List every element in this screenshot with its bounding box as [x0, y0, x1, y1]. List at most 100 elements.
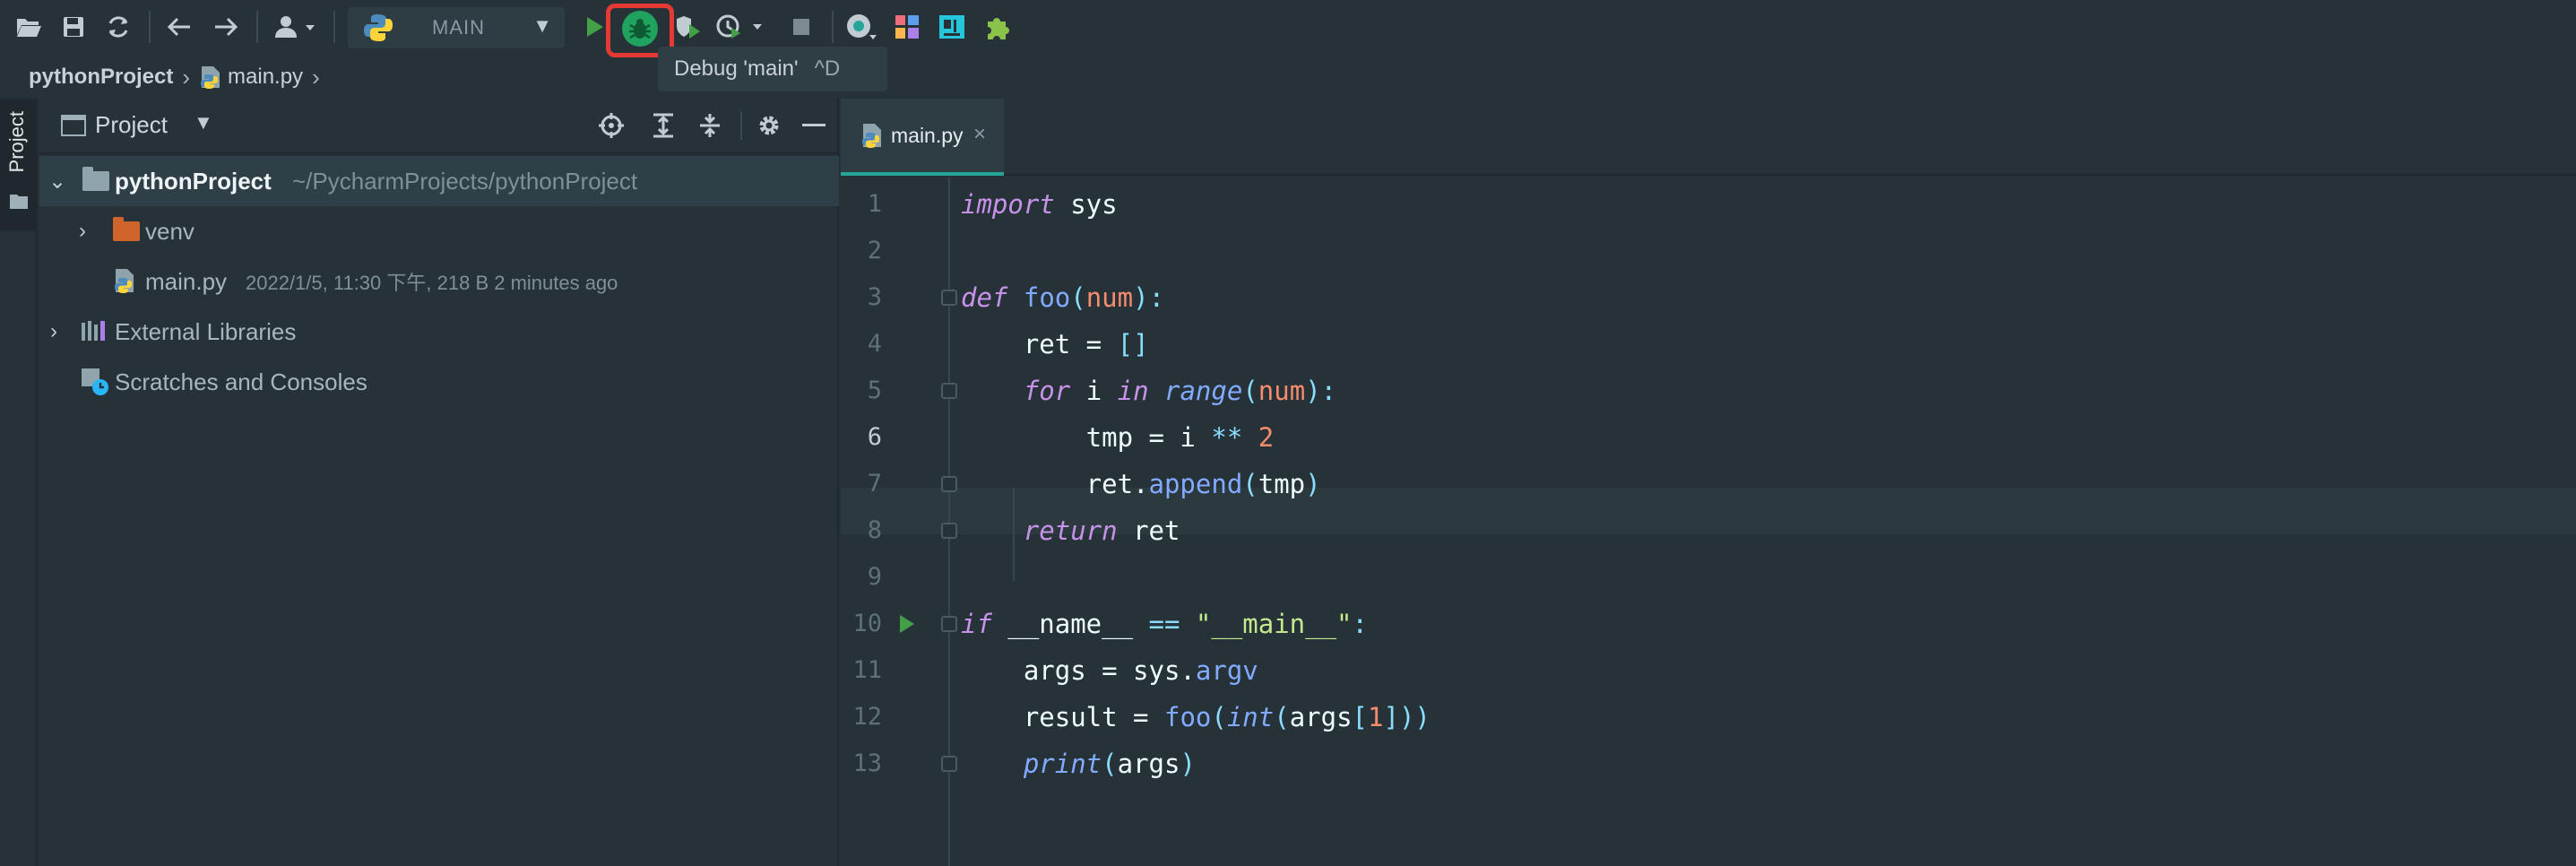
chevron-down-icon[interactable]: ▼ — [532, 14, 552, 38]
editor-tab-label: main.py — [891, 124, 964, 147]
record-icon[interactable] — [843, 9, 882, 45]
expand-all-icon[interactable] — [647, 109, 679, 142]
code-text: result = foo(int(args[1])) — [961, 702, 1431, 732]
code-line[interactable]: 7 ret.append(tmp) — [841, 461, 2576, 507]
chevron-down-icon[interactable]: ▼ — [194, 111, 213, 134]
tree-item-label: pythonProject — [115, 167, 272, 195]
tree-item-detail: ~/PycharmProjects/pythonProject — [292, 167, 638, 195]
code-text: return ret — [1023, 515, 1180, 546]
line-number: 10 — [852, 610, 882, 637]
tool-window-stripe: Project — [0, 99, 38, 866]
folder-icon — [9, 192, 29, 214]
breadcrumb-project[interactable]: pythonProject — [29, 65, 173, 90]
code-line[interactable]: 12 result = foo(int(args[1])) — [841, 694, 2576, 740]
code-text: for i in range(num): — [1023, 376, 1337, 406]
code-line[interactable]: 5 for i in range(num): — [841, 368, 2576, 414]
code-text: ret.append(tmp) — [961, 469, 1321, 499]
line-number: 11 — [852, 656, 882, 684]
plugin-icon[interactable] — [981, 9, 1016, 45]
code-line[interactable]: 2 — [841, 228, 2576, 274]
fold-marker-icon[interactable] — [941, 523, 957, 539]
collapse-all-icon[interactable] — [694, 109, 726, 142]
back-icon[interactable] — [161, 9, 197, 45]
debug-tooltip: Debug 'main' ^D — [658, 47, 887, 91]
close-icon[interactable]: × — [973, 122, 986, 147]
python-file-icon — [860, 122, 884, 153]
code-text: args = sys.argv — [961, 655, 1258, 686]
sync-icon[interactable] — [100, 9, 136, 45]
tool-window-icon — [61, 115, 86, 136]
breadcrumb: pythonProject › main.py › — [0, 59, 654, 95]
project-panel: Project ▼ ⌄ pythonProject ~/PycharmProje… — [39, 99, 839, 866]
forward-icon[interactable] — [208, 9, 244, 45]
profile-icon[interactable] — [713, 9, 767, 45]
stop-icon[interactable] — [783, 9, 819, 45]
line-number: 2 — [867, 237, 882, 264]
folder-icon — [113, 217, 140, 241]
code-line[interactable]: 1 import sys — [841, 181, 2576, 228]
fold-marker-icon[interactable] — [941, 476, 957, 492]
tooltip-label: Debug 'main' — [674, 56, 799, 81]
tree-item-detail: 2022/1/5, 11:30 下午, 218 B 2 minutes ago — [246, 272, 618, 294]
project-panel-title[interactable]: Project — [95, 111, 168, 139]
folder-icon — [82, 167, 109, 191]
fold-marker-icon[interactable] — [941, 616, 957, 632]
chevron-down-icon[interactable]: ⌄ — [48, 169, 66, 195]
code-line[interactable]: 4 ret = [] — [841, 321, 2576, 368]
breadcrumb-file[interactable]: main.py — [228, 65, 303, 90]
code-line[interactable]: 9 — [841, 554, 2576, 601]
line-number: 7 — [867, 470, 882, 498]
line-number: 3 — [867, 283, 882, 311]
gear-icon[interactable] — [753, 109, 785, 142]
layout-icon[interactable] — [889, 9, 925, 45]
run-gutter-icon[interactable] — [900, 615, 914, 633]
code-text: print(args) — [1023, 749, 1196, 779]
python-file-icon — [113, 267, 136, 294]
python-file-icon — [199, 65, 222, 90]
debug-icon[interactable] — [622, 11, 658, 47]
chevron-right-icon[interactable]: › — [50, 319, 57, 344]
fold-marker-icon[interactable] — [941, 290, 957, 306]
tree-item-label: Scratches and Consoles — [115, 368, 367, 395]
line-number: 1 — [867, 190, 882, 218]
code-line[interactable]: 6 tmp = i ** 2 — [841, 414, 2576, 461]
run-configuration-selector[interactable]: MAIN ▼ — [348, 7, 565, 48]
fold-marker-icon[interactable] — [941, 383, 957, 399]
tree-item-scratches[interactable]: Scratches and Consoles — [39, 357, 839, 407]
code-with-me-icon[interactable] — [934, 9, 970, 45]
line-number: 6 — [867, 423, 882, 451]
locate-icon[interactable] — [595, 109, 627, 142]
tree-item-main-py[interactable]: main.py 2022/1/5, 11:30 下午, 218 B 2 minu… — [39, 256, 839, 307]
project-tool-tab[interactable]: Project — [0, 99, 38, 231]
code-line[interactable]: 13 print(args) — [841, 740, 2576, 787]
vcs-user-icon[interactable] — [269, 9, 323, 45]
code-line[interactable]: 10 if __name__ == "__main__": — [841, 601, 2576, 647]
code-area[interactable]: 1 import sys 2 3 def foo(num): 4 ret = [] 5 fo… — [841, 178, 2576, 866]
fold-marker-icon[interactable] — [941, 756, 957, 772]
code-line[interactable]: 11 args = sys.argv — [841, 647, 2576, 694]
tree-item-project-root[interactable]: ⌄ pythonProject ~/PycharmProjects/python… — [39, 156, 839, 206]
project-panel-header: Project ▼ — [39, 99, 839, 154]
tree-item-venv[interactable]: › venv — [39, 206, 839, 256]
line-number: 12 — [852, 703, 882, 731]
save-icon[interactable] — [56, 9, 91, 45]
editor-tab-main-py[interactable]: main.py × — [841, 99, 1004, 176]
main-toolbar: MAIN ▼ Debug 'main' ^D — [0, 0, 2576, 91]
library-icon — [81, 319, 108, 349]
open-folder-icon[interactable] — [11, 9, 47, 45]
coverage-icon[interactable] — [670, 9, 706, 45]
editor-tab-bar: main.py × — [841, 99, 2576, 176]
line-number: 8 — [867, 516, 882, 544]
tree-item-label: main.py — [145, 267, 228, 295]
minimize-icon[interactable] — [798, 109, 830, 142]
code-line[interactable]: 8 return ret — [841, 507, 2576, 554]
code-text: tmp = i ** 2 — [961, 422, 1275, 453]
chevron-right-icon[interactable]: › — [79, 219, 86, 244]
tree-item-external-libraries[interactable]: › External Libraries — [39, 307, 839, 357]
code-line[interactable]: 3 def foo(num): — [841, 274, 2576, 321]
line-number: 5 — [867, 377, 882, 404]
line-number: 9 — [867, 563, 882, 591]
code-text: if __name__ == "__main__": — [961, 609, 1368, 639]
code-text: import sys — [961, 189, 1118, 220]
tree-item-label: External Libraries — [115, 317, 297, 345]
